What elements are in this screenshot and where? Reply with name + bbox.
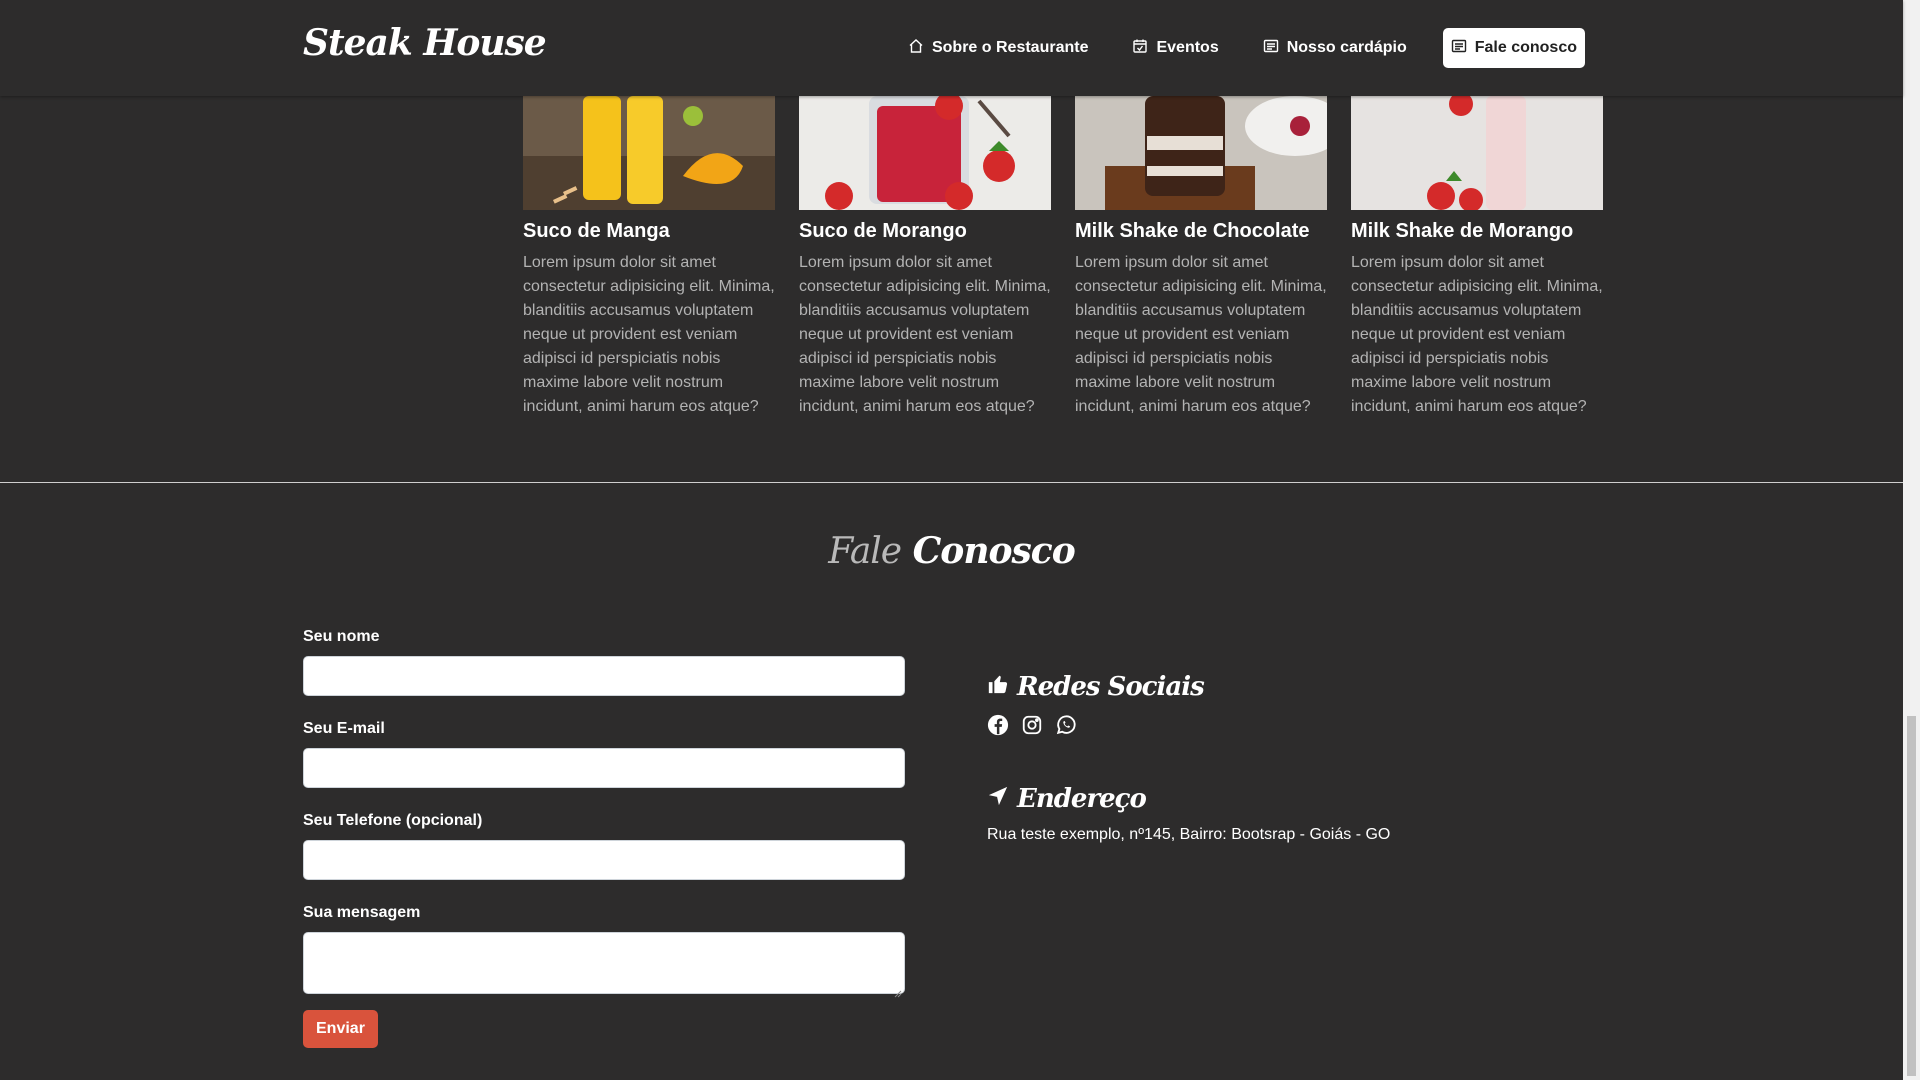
phone-field[interactable] — [303, 840, 905, 880]
product-card: Milk Shake de Chocolate Lorem ipsum dolo… — [1075, 96, 1327, 419]
scrollbar-thumb[interactable] — [1907, 716, 1916, 1076]
product-grid: Suco de Manga Lorem ipsum dolor sit amet… — [523, 96, 1603, 419]
message-textarea[interactable] — [303, 932, 905, 998]
strawberry-juice-photo — [799, 96, 1051, 210]
page: Suco de Manga Lorem ipsum dolor sit amet… — [0, 0, 1903, 1080]
product-description: Lorem ipsum dolor sit amet consectetur a… — [523, 254, 775, 415]
facebook-icon[interactable] — [987, 714, 1009, 736]
email-field[interactable] — [303, 748, 905, 788]
section-divider — [0, 482, 1903, 483]
strawberry-milkshake-photo — [1351, 96, 1603, 210]
social-links — [987, 714, 1587, 736]
product-description: Lorem ipsum dolor sit amet consectetur a… — [1351, 254, 1603, 415]
product-title: Milk Shake de Chocolate — [1075, 220, 1310, 242]
page-scrollbar[interactable] — [1903, 0, 1920, 1080]
product-title: Suco de Manga — [523, 220, 670, 242]
brand-logo[interactable]: Steak House — [303, 22, 547, 64]
message-label: Sua mensagem — [303, 904, 421, 921]
header: Steak House Sobre o Restaurante Eventos … — [0, 0, 1903, 96]
whatsapp-icon[interactable] — [1055, 714, 1077, 736]
mango-juice-photo — [523, 96, 775, 210]
contact-info: Redes Sociais Endereço Rua teste exemplo… — [987, 672, 1587, 844]
product-description: Lorem ipsum dolor sit amet consectetur a… — [799, 254, 1051, 415]
social-heading-text: Redes Sociais — [1017, 672, 1205, 702]
nav-label: Eventos — [1156, 39, 1219, 56]
resize-handle-icon[interactable] — [894, 983, 902, 998]
submit-button[interactable]: Enviar — [303, 1010, 378, 1048]
menu-card-icon — [1263, 38, 1279, 59]
contact-section-title: Fale Conosco — [0, 530, 1903, 572]
product-card: Milk Shake de Morango Lorem ipsum dolor … — [1351, 96, 1603, 419]
nav-label: Nosso cardápio — [1286, 39, 1407, 56]
name-field[interactable] — [303, 656, 905, 696]
nav-item-eventos[interactable]: Eventos — [1114, 28, 1236, 68]
home-icon — [908, 38, 924, 59]
thumbs-up-icon — [987, 672, 1009, 702]
contact-title-part2: Conosco — [912, 530, 1076, 572]
name-label: Seu nome — [303, 628, 380, 645]
nav-label: Fale conosco — [1474, 39, 1577, 56]
address-text: Rua teste exemplo, nº145, Bairro: Bootsr… — [987, 826, 1391, 843]
contact-form: Seu nome Seu E-mail Seu Telefone (opcion… — [303, 628, 905, 1048]
social-heading: Redes Sociais — [987, 672, 1587, 702]
message-icon — [1451, 38, 1467, 59]
email-label: Seu E-mail — [303, 720, 385, 737]
address-block: Endereço Rua teste exemplo, nº145, Bairr… — [987, 784, 1587, 844]
calendar-check-icon — [1132, 38, 1148, 59]
address-heading: Endereço — [987, 784, 1587, 814]
phone-label: Seu Telefone (opcional) — [303, 812, 483, 829]
main-nav: Sobre o Restaurante Eventos Nosso cardáp… — [890, 28, 1585, 68]
product-title: Suco de Morango — [799, 220, 967, 242]
product-card: Suco de Morango Lorem ipsum dolor sit am… — [799, 96, 1051, 419]
product-card: Suco de Manga Lorem ipsum dolor sit amet… — [523, 96, 775, 419]
nav-item-fale-conosco[interactable]: Fale conosco — [1442, 28, 1585, 68]
nav-item-sobre[interactable]: Sobre o Restaurante — [890, 28, 1106, 68]
chocolate-milkshake-photo — [1075, 96, 1327, 210]
location-arrow-icon — [987, 784, 1009, 814]
instagram-icon[interactable] — [1021, 714, 1043, 736]
product-title: Milk Shake de Morango — [1351, 220, 1574, 242]
nav-label: Sobre o Restaurante — [931, 39, 1089, 56]
contact-title-part1: Fale — [828, 531, 902, 572]
product-description: Lorem ipsum dolor sit amet consectetur a… — [1075, 254, 1327, 415]
nav-item-cardapio[interactable]: Nosso cardápio — [1245, 28, 1425, 68]
address-heading-text: Endereço — [1017, 784, 1147, 814]
